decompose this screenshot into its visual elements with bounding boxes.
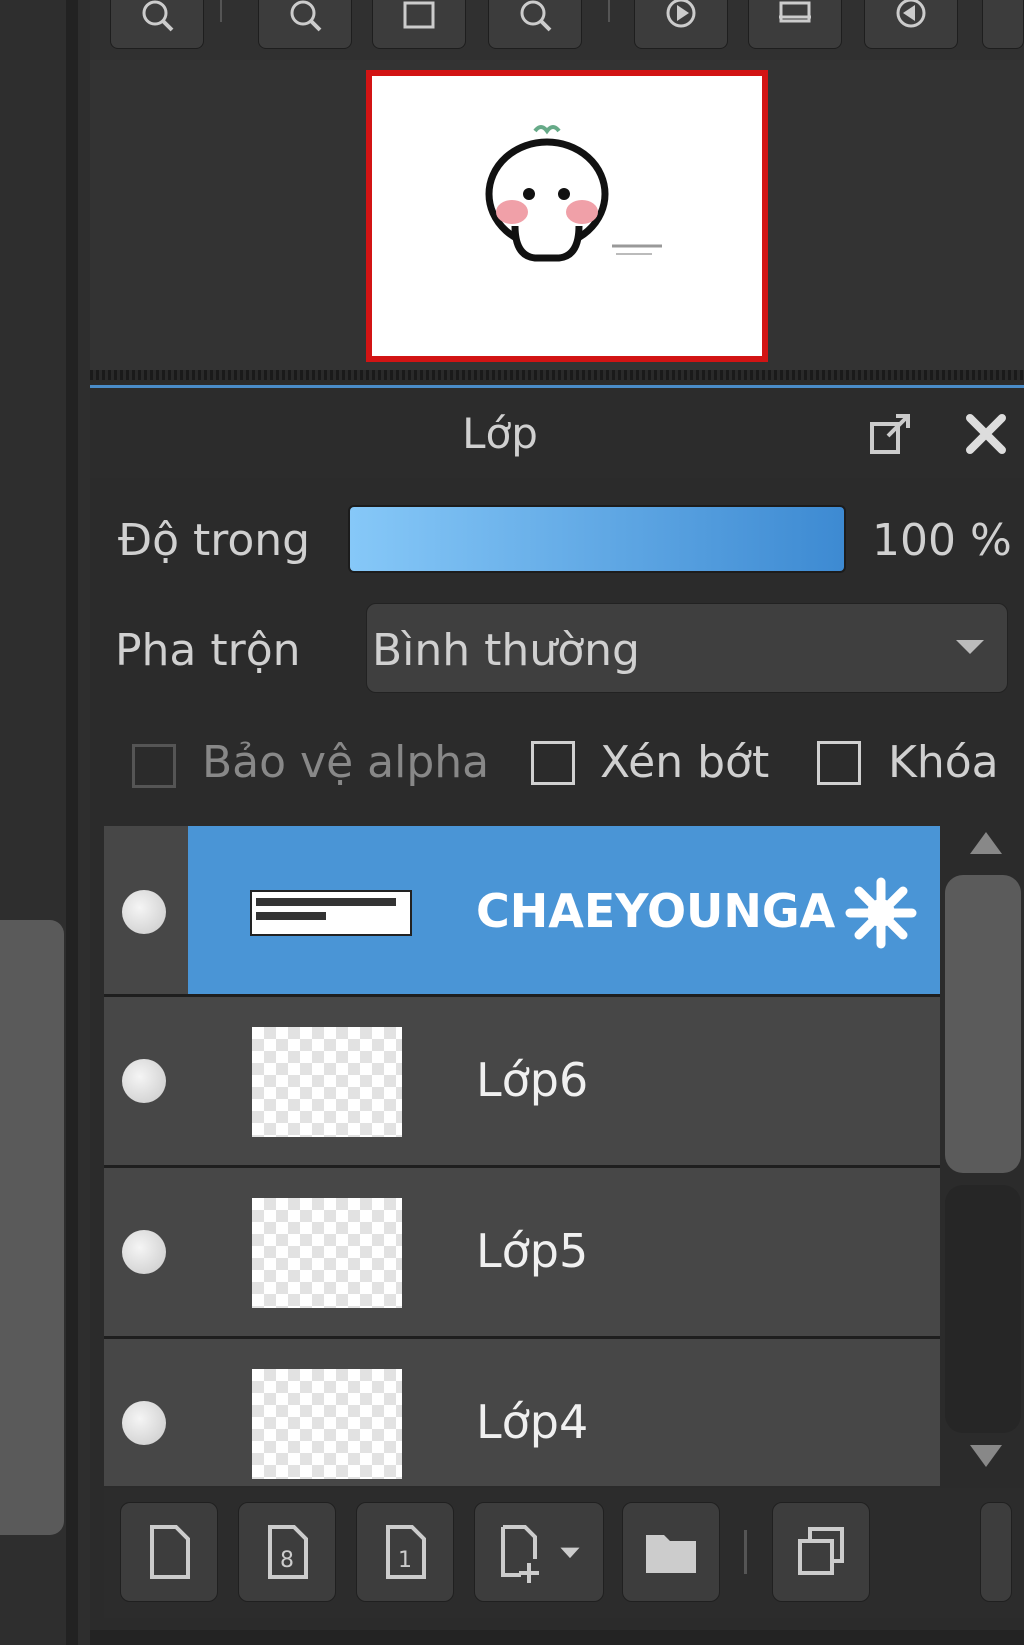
more-button[interactable] [982,0,1024,49]
canvas-preview[interactable] [366,70,768,362]
visibility-toggle[interactable] [122,1401,166,1445]
layer-name: Lớp5 [476,1224,589,1278]
protect-alpha-label: Bảo vệ alpha [202,737,490,788]
panel-resize-handle[interactable] [90,370,1024,380]
scroll-down-icon[interactable] [970,1445,1002,1467]
layer-row[interactable]: CHAEYOUNGA [104,826,940,997]
new-8bit-layer-button[interactable]: 8 [238,1502,336,1602]
chevron-down-icon [956,640,984,654]
fit-to-screen-icon [403,1,435,29]
new-8bit-layer-icon: 8 [268,1525,308,1579]
rotate-left-icon [896,0,926,28]
clipping-checkbox[interactable] [531,741,575,785]
toolbar-separator [608,0,610,22]
zoom-out-button[interactable] [258,0,352,49]
blend-mode-label: Pha trộn [115,625,301,676]
toolbar-separator [744,1530,747,1574]
new-1bit-layer-icon: 1 [386,1525,426,1579]
visibility-toggle[interactable] [122,1059,166,1103]
new-1bit-layer-button[interactable]: 1 [356,1502,454,1602]
zoom-out-icon [290,0,322,32]
duplicate-layer-icon [798,1527,844,1575]
layer-row[interactable]: Lớp5 [104,1168,940,1339]
lock-checkbox[interactable] [817,741,861,785]
text-layer-thumbnail-image [256,898,396,920]
toolbar-separator [220,0,222,22]
protect-alpha-checkbox[interactable] [132,744,176,788]
duplicate-layer-button[interactable] [772,1502,870,1602]
new-layer-icon [150,1525,190,1579]
layer-thumbnail [252,1198,402,1308]
layer-panel-header: Lớp [90,388,1024,478]
layer-name: Lớp4 [476,1395,589,1449]
left-scrollbar-thumb[interactable] [0,920,64,1535]
new-layer-menu-button[interactable] [474,1502,604,1602]
layer-thumbnail [250,890,412,936]
layer-row[interactable]: Lớp6 [104,997,940,1168]
canvas-preview-image [485,125,662,262]
zoom-in-button[interactable] [110,0,204,49]
scroll-up-icon[interactable] [970,832,1002,854]
blend-mode-value: Bình thường [372,625,640,676]
opacity-slider[interactable] [348,505,846,573]
chevron-down-icon [560,1547,580,1559]
rotate-right-icon [666,0,696,28]
new-layer-button[interactable] [120,1502,218,1602]
fit-to-screen-button[interactable] [372,0,466,49]
flip-horizontal-button[interactable] [748,0,842,49]
close-icon[interactable] [962,410,1010,458]
layer-thumbnail [252,1369,402,1479]
actual-size-button[interactable] [488,0,582,49]
scrollbar-track-lower [945,1185,1021,1433]
new-layer-menu-icon [501,1525,539,1583]
rotate-left-button[interactable] [864,0,958,49]
new-folder-button[interactable] [622,1502,720,1602]
visibility-toggle[interactable] [122,1230,166,1274]
navigator-toolbar [90,0,1024,60]
visibility-toggle[interactable] [122,890,166,934]
flip-horizontal-icon [779,1,811,23]
opacity-value: 100 % [872,515,1012,566]
clipping-label: Xén bớt [600,737,770,788]
snowflake-icon [845,877,917,949]
layer-list: CHAEYOUNGA Lớp6 Lớp5 Lớp4 [104,826,940,1486]
layer-name: CHAEYOUNGA [476,884,836,938]
popout-icon[interactable] [866,410,914,458]
panel-bottom-edge [90,1630,1024,1645]
layer-thumbnail [252,1027,402,1137]
layer-name: Lớp6 [476,1053,589,1107]
svg-text:8: 8 [280,1548,294,1573]
rotate-right-button[interactable] [634,0,728,49]
svg-text:1: 1 [398,1548,412,1573]
actual-size-icon [520,0,552,32]
lock-label: Khóa [888,737,999,788]
panel-splitter[interactable] [66,0,78,1645]
new-folder-icon [646,1535,696,1573]
layer-row[interactable]: Lớp4 [104,1339,940,1486]
zoom-in-icon [142,0,174,32]
more-button[interactable] [980,1502,1012,1602]
scrollbar-thumb[interactable] [945,875,1021,1173]
opacity-label: Độ trong [118,515,311,566]
layer-panel-title: Lớp [462,408,538,458]
